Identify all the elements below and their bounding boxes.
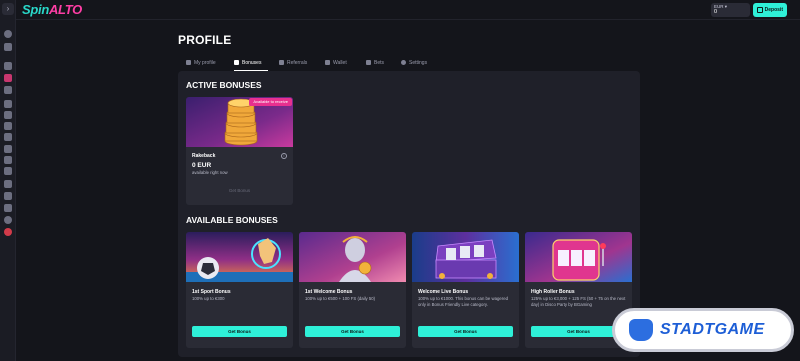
chip-icon[interactable] bbox=[4, 86, 12, 94]
heart-icon[interactable] bbox=[4, 167, 12, 175]
user-icon[interactable] bbox=[4, 43, 12, 51]
tab-settings[interactable]: Settings bbox=[401, 58, 427, 68]
bonuses-panel: ACTIVE BONUSES Available to receive Rake… bbox=[178, 71, 640, 357]
watermark-text: STADTGAME bbox=[660, 321, 765, 338]
active-bonuses-heading: ACTIVE BONUSES bbox=[186, 80, 262, 90]
bonus-card-image: Available to receive bbox=[186, 97, 293, 147]
wallet-icon bbox=[757, 7, 763, 13]
wallet-icon bbox=[325, 60, 330, 65]
deposit-button[interactable]: Deposit bbox=[753, 3, 787, 17]
tab-wallet[interactable]: Wallet bbox=[325, 58, 347, 68]
language-flag-icon[interactable] bbox=[4, 228, 12, 236]
tab-label: Settings bbox=[409, 60, 428, 66]
logo-part1: Spin bbox=[22, 2, 49, 17]
gear-icon bbox=[401, 60, 406, 65]
megaphone-icon bbox=[279, 60, 284, 65]
card-icon[interactable] bbox=[4, 111, 12, 119]
user-icon bbox=[186, 60, 191, 65]
bonus-name: 1st Sport Bonus bbox=[192, 289, 231, 295]
top-bar: SpinALTO bbox=[16, 0, 800, 20]
slot-machine-illustration bbox=[525, 232, 632, 282]
tab-bonuses[interactable]: Bonuses bbox=[234, 58, 261, 68]
slot-icon[interactable] bbox=[4, 100, 12, 108]
puzzle-icon[interactable] bbox=[4, 180, 12, 188]
bonus-description: 100% up to €1000. This bonus can be wage… bbox=[418, 296, 508, 307]
balance-selector[interactable]: EUR ▾ 0 bbox=[711, 3, 750, 17]
bonus-name: High Roller Bonus bbox=[531, 289, 575, 295]
bonus-description: 125% up to €3,000 + 125 FS (50 + 75 on t… bbox=[531, 296, 626, 307]
tab-label: Wallet bbox=[333, 60, 347, 66]
bonus-card-image bbox=[412, 232, 519, 282]
bonus-card-welcome: 1st Welcome Bonus 100% up to €500 + 100 … bbox=[299, 232, 406, 348]
bonus-name: 1st Welcome Bonus bbox=[305, 289, 353, 295]
tab-label: My profile bbox=[194, 60, 216, 66]
get-bonus-button[interactable]: Get Bonus bbox=[418, 326, 513, 337]
bonus-card-sport: 1st Sport Bonus 100% up to €300 Get Bonu… bbox=[186, 232, 293, 348]
watermark: STADTGAME bbox=[612, 308, 794, 352]
left-sidebar: › bbox=[0, 0, 16, 361]
logo[interactable]: SpinALTO bbox=[22, 2, 82, 17]
bonus-card-rakeback: Available to receive Rakeback i 0 EUR av… bbox=[186, 97, 293, 205]
crown-icon[interactable] bbox=[4, 74, 12, 82]
tab-label: Bonuses bbox=[242, 60, 262, 66]
gift-icon bbox=[234, 60, 239, 65]
document-icon[interactable] bbox=[4, 204, 12, 212]
clock-icon[interactable] bbox=[4, 156, 12, 164]
dice-icon[interactable] bbox=[4, 122, 12, 130]
bonus-card-image bbox=[299, 232, 406, 282]
bonus-description: 100% up to €300 bbox=[192, 296, 225, 301]
expand-sidebar-button[interactable]: › bbox=[2, 3, 14, 15]
logo-part2: ALTO bbox=[48, 2, 82, 17]
status-badge: Available to receive bbox=[249, 98, 292, 106]
get-bonus-button-disabled: Get Bonus bbox=[228, 188, 251, 193]
goddess-illustration bbox=[299, 232, 406, 282]
bonus-card-image bbox=[186, 232, 293, 282]
coins-icon bbox=[366, 60, 371, 65]
table-icon[interactable] bbox=[4, 133, 12, 141]
deposit-label: Deposit bbox=[764, 7, 783, 13]
bonus-amount: 0 EUR bbox=[192, 162, 212, 169]
bonus-card-live: Welcome Live Bonus 100% up to €1000. Thi… bbox=[412, 232, 519, 348]
tab-bets[interactable]: Bets bbox=[366, 58, 384, 68]
page-title: PROFILE bbox=[178, 33, 232, 47]
info-icon[interactable]: i bbox=[281, 153, 287, 159]
tag-icon[interactable] bbox=[4, 62, 12, 70]
tab-label: Bets bbox=[374, 60, 385, 66]
tab-my-profile[interactable]: My profile bbox=[186, 58, 216, 68]
bonus-description: 100% up to €500 + 100 FS (daily 50) bbox=[305, 296, 376, 301]
search-icon[interactable] bbox=[4, 30, 12, 38]
bonus-name: Welcome Live Bonus bbox=[418, 289, 469, 295]
treasure-chest-illustration bbox=[412, 232, 519, 282]
bonus-note: available right now bbox=[192, 170, 228, 175]
tab-label: Referrals bbox=[287, 60, 308, 66]
fire-icon[interactable] bbox=[4, 145, 12, 153]
available-bonuses-heading: AVAILABLE BONUSES bbox=[186, 215, 278, 225]
sport-illustration bbox=[186, 232, 293, 282]
get-bonus-button[interactable]: Get Bonus bbox=[305, 326, 400, 337]
support-icon[interactable] bbox=[4, 216, 12, 224]
megaphone-icon[interactable] bbox=[4, 192, 12, 200]
tab-referrals[interactable]: Referrals bbox=[279, 58, 307, 68]
balance-value: 0 bbox=[714, 9, 718, 15]
bonus-card-image bbox=[525, 232, 632, 282]
get-bonus-button[interactable]: Get Bonus bbox=[192, 326, 287, 337]
bonus-name: Rakeback bbox=[192, 153, 216, 159]
elephant-logo-icon bbox=[629, 319, 653, 341]
